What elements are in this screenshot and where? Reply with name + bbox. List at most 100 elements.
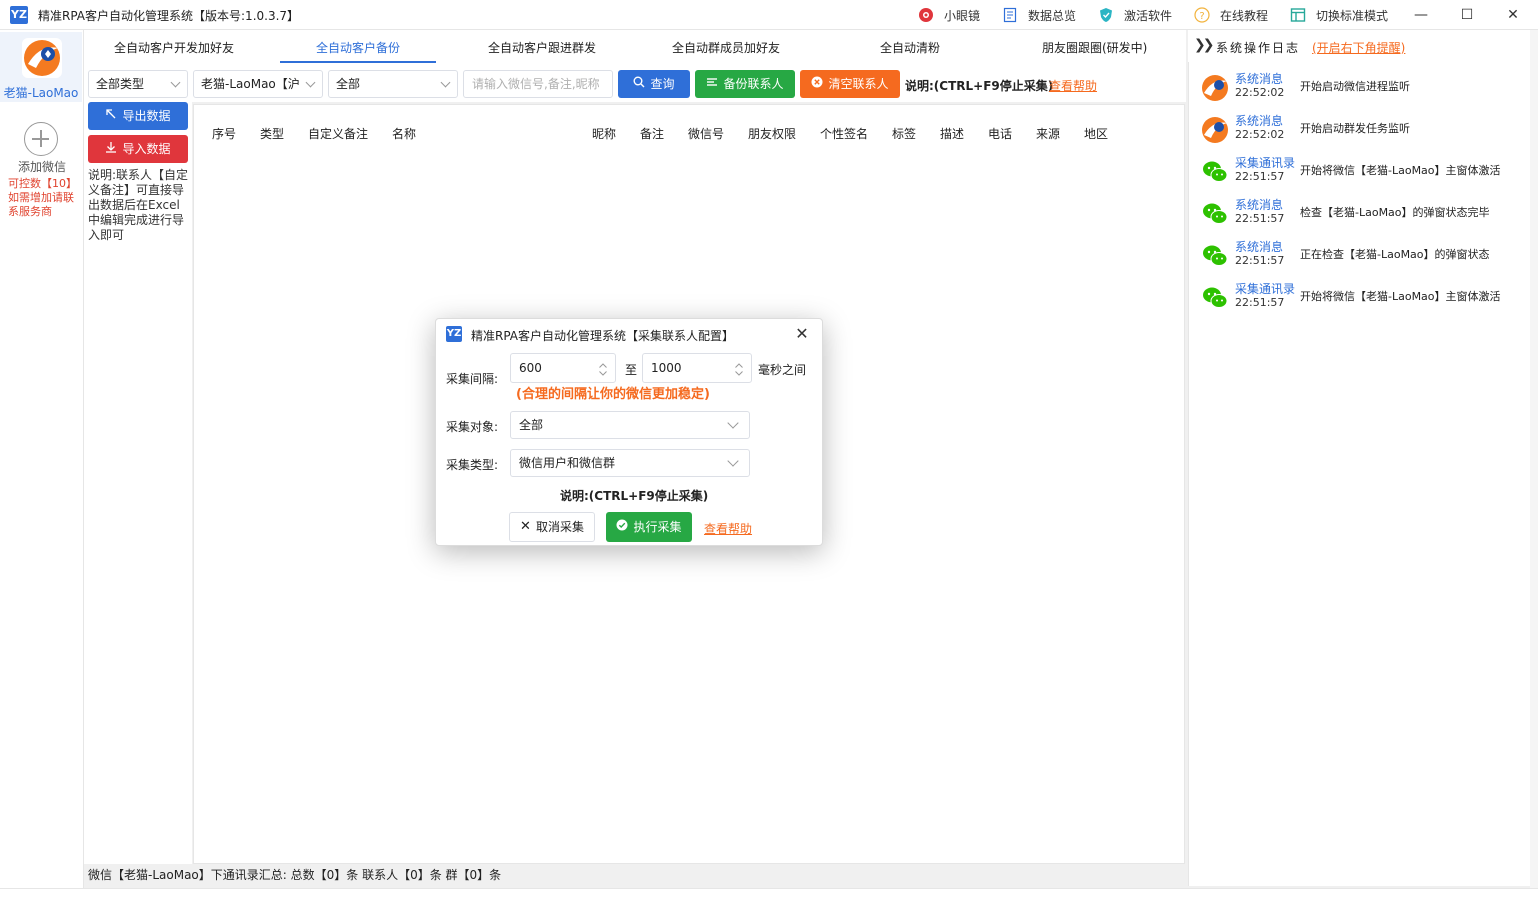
target-select[interactable]: 全部 xyxy=(510,411,750,439)
interval-min-input[interactable]: 600 xyxy=(510,353,616,383)
close-button[interactable]: ✕ xyxy=(1498,4,1528,26)
account-avatar-icon xyxy=(24,40,60,76)
log-source: 系统消息 xyxy=(1235,240,1284,254)
data-overview-menu-item[interactable]: 数据总览 xyxy=(1002,6,1076,24)
query-button[interactable]: 查询 xyxy=(618,70,690,98)
eye-label: 小眼镜 xyxy=(944,8,981,23)
column-header-description[interactable]: 描述 xyxy=(940,125,964,142)
add-wechat-icon[interactable] xyxy=(24,122,58,156)
minimize-button[interactable]: — xyxy=(1406,4,1436,26)
tab-moments[interactable]: 朋友圈跟圈(研发中) xyxy=(1042,39,1147,56)
cancel-collect-button[interactable]: ✕ 取消采集 xyxy=(509,512,595,542)
run-collect-button[interactable]: 执行采集 xyxy=(606,512,692,542)
chevron-down-icon xyxy=(170,77,181,88)
log-time: 22:51:57 xyxy=(1235,212,1285,225)
list-icon xyxy=(706,70,718,98)
target-label: 采集对象: xyxy=(446,420,499,434)
tab-group-members[interactable]: 全自动群成员加好友 xyxy=(672,39,780,56)
column-header-signature[interactable]: 个性签名 xyxy=(820,125,868,142)
collapse-chevrons-icon[interactable]: ❯❯ xyxy=(1194,37,1215,53)
layout-icon xyxy=(1290,8,1306,22)
log-item: 系统消息 22:52:02 开始启动群发任务监听 xyxy=(1189,108,1529,150)
dialog-close-icon[interactable]: ✕ xyxy=(792,324,812,344)
tab-clean-fans[interactable]: 全自动清粉 xyxy=(880,39,940,56)
dialog-help-link[interactable]: 查看帮助 xyxy=(704,520,752,537)
close-icon: ✕ xyxy=(520,519,531,534)
type-select[interactable]: 全部类型 xyxy=(88,70,188,98)
log-time: 22:51:57 xyxy=(1235,296,1285,309)
spin-up-icon[interactable] xyxy=(735,363,743,368)
column-header-region[interactable]: 地区 xyxy=(1084,125,1108,142)
check-circle-icon xyxy=(616,512,628,542)
help-link[interactable]: 查看帮助 xyxy=(1049,77,1097,94)
activate-menu-item[interactable]: 激活软件 xyxy=(1098,6,1172,24)
export-import-note: 说明:联系人【自定义备注】可直接导出数据后在Excel中编辑完成进行导入即可 xyxy=(88,168,189,242)
spin-down-icon[interactable] xyxy=(599,371,607,376)
column-header-source[interactable]: 来源 xyxy=(1036,125,1060,142)
column-header-tags[interactable]: 标签 xyxy=(892,125,916,142)
cancel-collect-label: 取消采集 xyxy=(535,520,584,534)
spin-up-icon[interactable] xyxy=(599,363,607,368)
log-source: 系统消息 xyxy=(1235,114,1284,128)
interval-unit-label: 毫秒之间 xyxy=(758,363,807,377)
spin-down-icon[interactable] xyxy=(735,371,743,376)
maximize-button[interactable]: ☐ xyxy=(1452,4,1482,26)
column-header-custom-remark[interactable]: 自定义备注 xyxy=(308,125,368,142)
account-rail: 老猫-LaoMao 添加微信 可控数【10】如需增加请联系服务商 xyxy=(0,30,84,888)
export-data-button[interactable]: 导出数据 xyxy=(88,102,188,130)
column-header-friend-permission[interactable]: 朋友权限 xyxy=(748,125,796,142)
log-item: 采集通讯录 22:51:57 开始将微信【老猫-LaoMao】主窗体激活 xyxy=(1189,276,1529,318)
log-message: 开始启动群发任务监听 xyxy=(1300,122,1410,135)
column-header-wechat-id[interactable]: 微信号 xyxy=(688,125,724,142)
wechat-icon xyxy=(1203,245,1228,266)
export-icon xyxy=(105,102,117,130)
document-icon xyxy=(1003,7,1017,23)
log-item: 采集通讯录 22:51:57 开始将微信【老猫-LaoMao】主窗体激活 xyxy=(1189,150,1529,192)
column-header-phone[interactable]: 电话 xyxy=(988,125,1012,142)
tutorial-menu-item[interactable]: ? 在线教程 xyxy=(1194,6,1268,24)
add-wechat-label[interactable]: 添加微信 xyxy=(0,158,84,175)
interval-max-input[interactable]: 1000 xyxy=(642,353,752,383)
app-logo-icon: YZ xyxy=(10,6,28,24)
scope-select[interactable]: 全部 xyxy=(328,70,458,98)
scope-select-value: 全部 xyxy=(336,77,361,91)
log-time: 22:52:02 xyxy=(1235,86,1285,99)
account-card[interactable]: 老猫-LaoMao xyxy=(0,32,82,102)
column-header-nickname[interactable]: 昵称 xyxy=(592,125,616,142)
data-overview-label: 数据总览 xyxy=(1028,8,1077,23)
tutorial-label: 在线教程 xyxy=(1220,8,1269,23)
backup-contacts-label: 备份联系人 xyxy=(723,77,784,91)
side-panel: 导出数据 导入数据 说明:联系人【自定义备注】可直接导出数据后在Excel中编辑… xyxy=(84,102,192,864)
tab-mass-send[interactable]: 全自动客户跟进群发 xyxy=(488,39,596,56)
tab-add-friends[interactable]: 全自动客户开发加好友 xyxy=(114,39,234,56)
tab-backup[interactable]: 全自动客户备份 xyxy=(316,39,400,56)
switch-mode-menu-item[interactable]: 切换标准模式 xyxy=(1290,6,1388,24)
search-input[interactable] xyxy=(463,70,613,98)
enable-notification-link[interactable]: (开启右下角提醒) xyxy=(1312,39,1405,56)
chevron-down-icon xyxy=(727,417,739,429)
interval-tip: (合理的间隔让你的微信更加稳定) xyxy=(516,387,710,402)
clear-contacts-button[interactable]: 清空联系人 xyxy=(800,70,900,98)
column-header-remark[interactable]: 备注 xyxy=(640,125,664,142)
collect-config-dialog: YZ 精准RPA客户自动化管理系统【采集联系人配置】 ✕ 采集间隔: 600 至… xyxy=(435,318,823,546)
quota-note: 可控数【10】如需增加请联系服务商 xyxy=(8,177,77,218)
scrollbar[interactable] xyxy=(1530,30,1538,888)
collect-type-select[interactable]: 微信用户和微信群 xyxy=(510,449,750,477)
column-header-name[interactable]: 名称 xyxy=(392,125,416,142)
log-item: 系统消息 22:51:57 检查【老猫-LaoMao】的弹窗状态完毕 xyxy=(1189,192,1529,234)
export-data-label: 导出数据 xyxy=(122,109,171,123)
backup-contacts-button[interactable]: 备份联系人 xyxy=(695,70,795,98)
avatar xyxy=(22,38,62,78)
svg-text:?: ? xyxy=(1199,11,1204,22)
eye-menu-item[interactable]: 小眼镜 xyxy=(918,6,980,24)
toolbar: 全部类型 老猫-LaoMao【沪 全部 查询 备份联系人 清空联系人 说明:(C… xyxy=(84,64,1186,102)
import-data-button[interactable]: 导入数据 xyxy=(88,135,188,163)
log-source: 系统消息 xyxy=(1235,72,1284,86)
log-message: 检查【老猫-LaoMao】的弹窗状态完毕 xyxy=(1300,206,1490,219)
account-name: 老猫-LaoMao xyxy=(3,86,79,100)
account-select[interactable]: 老猫-LaoMao【沪 xyxy=(193,70,323,98)
app-logo-icon: YZ xyxy=(446,326,462,342)
column-header-type[interactable]: 类型 xyxy=(260,125,284,142)
log-item: 系统消息 22:51:57 正在检查【老猫-LaoMao】的弹窗状态 xyxy=(1189,234,1529,276)
column-header-index[interactable]: 序号 xyxy=(212,125,236,142)
